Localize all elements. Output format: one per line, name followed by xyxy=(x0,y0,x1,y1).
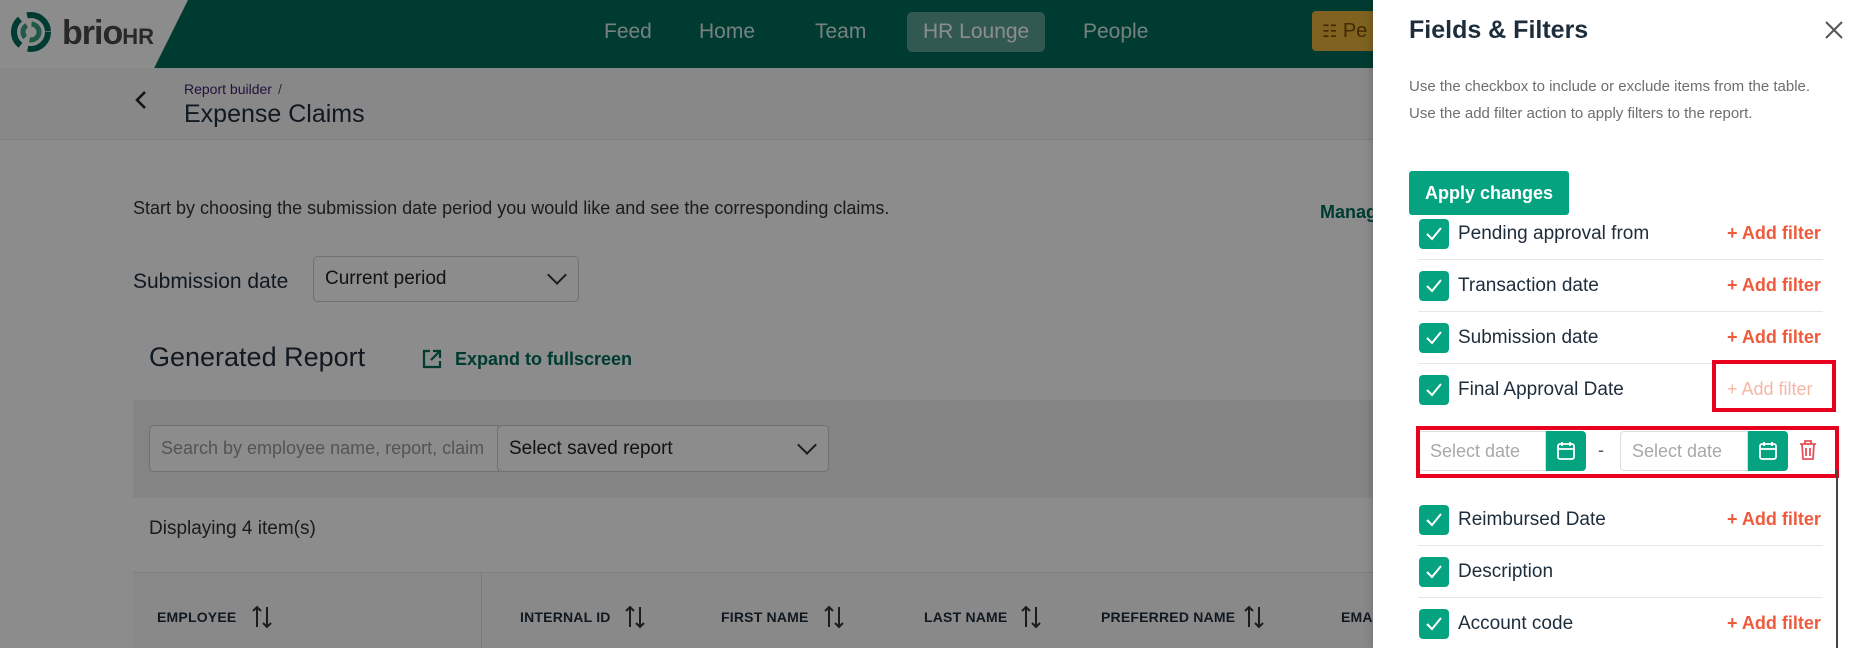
field-label: Description xyxy=(1458,561,1554,582)
field-label: Reimbursed Date xyxy=(1458,509,1606,530)
panel-description: Use the checkbox to include or exclude i… xyxy=(1409,78,1811,122)
field-label: Transaction date xyxy=(1458,275,1599,296)
add-filter-submission-date[interactable]: + Add filter xyxy=(1727,327,1821,348)
checkmark-icon xyxy=(1426,383,1442,397)
modal-backdrop[interactable] xyxy=(0,0,1373,648)
add-filter-account-code[interactable]: + Add filter xyxy=(1727,613,1821,634)
checkbox-submission-date[interactable] xyxy=(1419,323,1449,353)
add-filter-pending-approval-from[interactable]: + Add filter xyxy=(1727,223,1821,244)
checkmark-icon xyxy=(1426,565,1442,579)
add-filter-reimbursed-date[interactable]: + Add filter xyxy=(1727,509,1821,530)
checkbox-final-approval-date[interactable] xyxy=(1419,375,1449,405)
add-filter-transaction-date[interactable]: + Add filter xyxy=(1727,275,1821,296)
panel-scrollbar[interactable] xyxy=(1836,470,1838,648)
field-label: Final Approval Date xyxy=(1458,379,1624,400)
field-label: Account code xyxy=(1458,613,1574,634)
field-label: Pending approval from xyxy=(1458,223,1650,244)
checkbox-transaction-date[interactable] xyxy=(1419,271,1449,301)
highlight-box xyxy=(1712,360,1836,412)
close-icon[interactable] xyxy=(1823,19,1845,41)
checkbox-account-code[interactable] xyxy=(1419,609,1449,639)
checkmark-icon xyxy=(1426,331,1442,345)
checkmark-icon xyxy=(1426,279,1442,293)
panel-title: Fields & Filters xyxy=(1409,16,1589,44)
checkbox-pending-approval-from[interactable] xyxy=(1419,219,1449,249)
checkmark-icon xyxy=(1426,513,1442,527)
highlight-box xyxy=(1416,426,1839,478)
field-label: Submission date xyxy=(1458,327,1599,348)
checkmark-icon xyxy=(1426,227,1442,241)
checkbox-description[interactable] xyxy=(1419,557,1449,587)
checkmark-icon xyxy=(1426,617,1442,631)
checkbox-reimbursed-date[interactable] xyxy=(1419,505,1449,535)
